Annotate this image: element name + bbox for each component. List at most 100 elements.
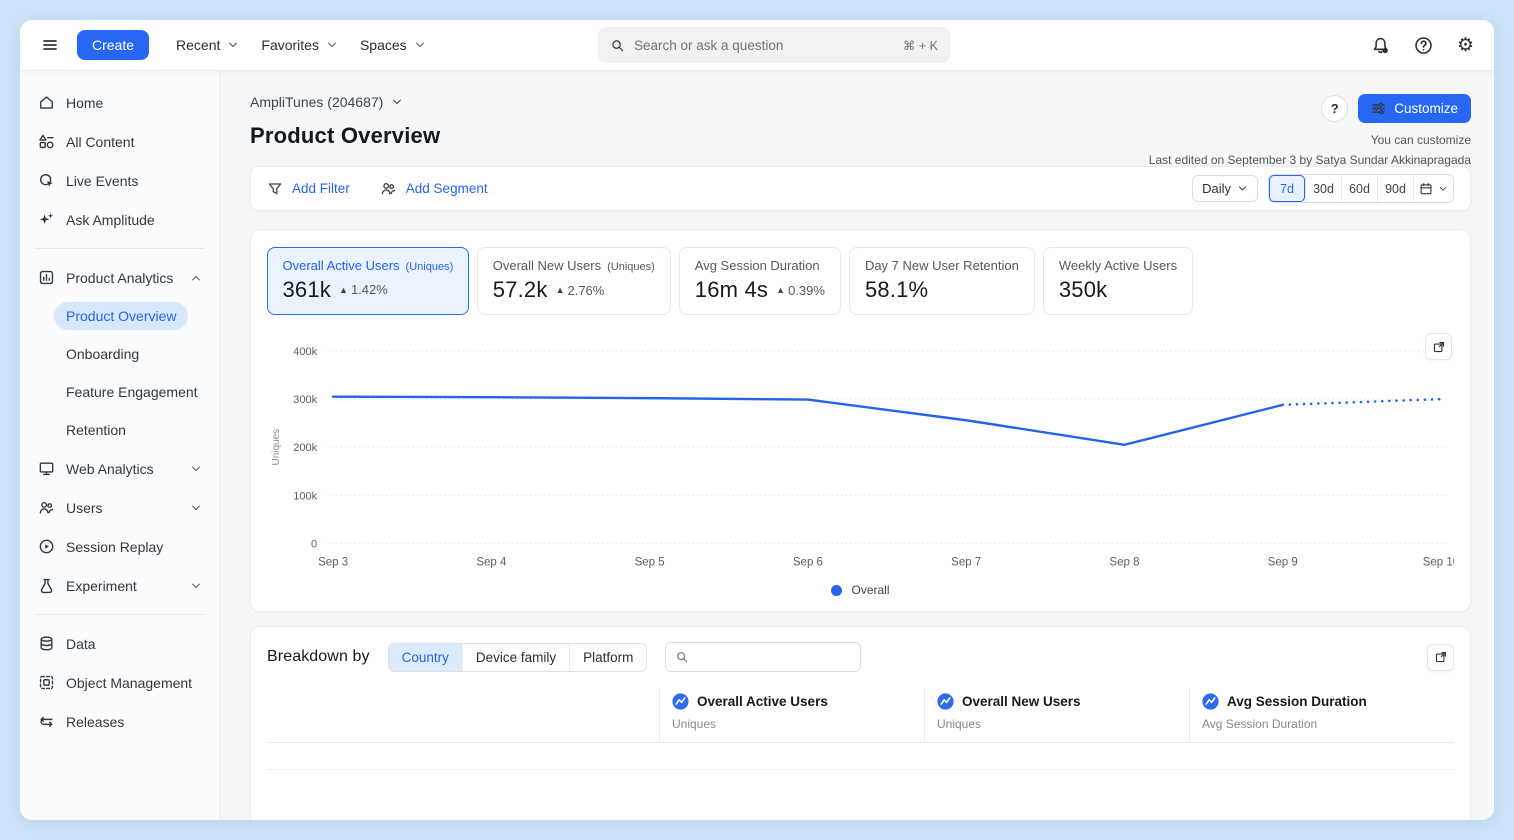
range-90d-button[interactable]: 90d	[1377, 175, 1413, 202]
settings-gear-icon[interactable]: ⚙	[1457, 36, 1474, 55]
sidebar-item-object-management[interactable]: Object Management	[20, 663, 219, 702]
svg-text:Sep 8: Sep 8	[1109, 556, 1139, 568]
svg-text:100k: 100k	[293, 490, 317, 502]
expand-chart-button[interactable]	[1425, 333, 1452, 360]
search-placeholder: Search or ask a question	[634, 38, 894, 53]
create-button[interactable]: Create	[77, 30, 149, 60]
metric-card-weekly-active-users[interactable]: Weekly Active Users 350k	[1043, 247, 1193, 315]
hamburger-menu-icon[interactable]	[40, 35, 60, 55]
range-7d-button[interactable]: 7d	[1269, 175, 1305, 202]
database-icon	[37, 635, 55, 653]
legend-dot-overall	[831, 585, 842, 596]
metric-delta: 2.76%	[567, 283, 604, 298]
search-shortcut-hint: ⌘ + K	[903, 38, 938, 53]
svg-text:Sep 5: Sep 5	[635, 556, 665, 568]
add-filter-label: Add Filter	[292, 181, 350, 196]
svg-text:Sep 6: Sep 6	[793, 556, 823, 568]
add-filter-button[interactable]: Add Filter	[267, 181, 350, 197]
recent-menu[interactable]: Recent	[165, 31, 250, 59]
sidebar-item-label: Data	[66, 636, 96, 652]
chevron-down-icon	[190, 463, 202, 475]
sidebar-item-all-content[interactable]: All Content	[20, 122, 219, 161]
spaces-menu[interactable]: Spaces	[349, 31, 437, 59]
range-30d-button[interactable]: 30d	[1305, 175, 1341, 202]
sidebar-item-data[interactable]: Data	[20, 624, 219, 663]
sidebar-item-label: Web Analytics	[66, 461, 154, 477]
metric-title: Overall New Users	[493, 258, 601, 273]
tab-device-family[interactable]: Device family	[462, 644, 569, 671]
chart-legend: Overall	[267, 583, 1454, 597]
table-row[interactable]	[267, 743, 1454, 770]
svg-text:Uniques: Uniques	[271, 429, 282, 466]
sidebar-item-experiment[interactable]: Experiment	[20, 566, 219, 605]
metric-badge-icon	[1202, 693, 1219, 710]
favorites-menu[interactable]: Favorites	[250, 31, 349, 59]
breakdown-column-active-users[interactable]: Overall Active Users Uniques	[659, 688, 924, 742]
sidebar-item-web-analytics[interactable]: Web Analytics	[20, 449, 219, 488]
chevron-down-icon	[190, 502, 202, 514]
metric-card-overall-new-users[interactable]: Overall New Users (Uniques) 57.2k ▲2.76%	[477, 247, 671, 315]
sidebar-item-label: Product Analytics	[66, 270, 173, 286]
breadcrumb[interactable]: AmpliTunes (204687)	[250, 94, 403, 110]
flask-icon	[37, 577, 55, 595]
granularity-select[interactable]: Daily	[1192, 175, 1258, 202]
object-frame-icon	[37, 674, 55, 692]
add-segment-button[interactable]: Add Segment	[380, 180, 488, 197]
sidebar-item-ask-amplitude[interactable]: Ask Amplitude	[20, 200, 219, 239]
sidebar-item-label: Retention	[66, 422, 126, 438]
sidebar-item-users[interactable]: Users	[20, 488, 219, 527]
breakdown-search-input[interactable]	[665, 642, 861, 672]
svg-text:0: 0	[311, 538, 317, 550]
sidebar-item-onboarding[interactable]: Onboarding	[20, 335, 219, 373]
column-subtitle: Avg Session Duration	[1202, 717, 1454, 731]
project-name: AmpliTunes (204687)	[250, 94, 383, 110]
top-nav: Create Recent Favorites Spaces Search or…	[20, 20, 1494, 70]
svg-text:Sep 3: Sep 3	[318, 556, 348, 568]
breakdown-title: Breakdown by	[267, 648, 370, 666]
breakdown-card: Breakdown by Country Device family Platf…	[250, 626, 1471, 820]
legend-label: Overall	[851, 583, 889, 597]
chevron-down-icon	[1237, 183, 1248, 194]
range-60d-button[interactable]: 60d	[1341, 175, 1377, 202]
sidebar-item-label: Feature Engagement	[66, 384, 198, 400]
help-icon[interactable]	[1414, 36, 1433, 55]
date-range-group: 7d 30d 60d 90d	[1268, 174, 1454, 203]
help-button[interactable]: ?	[1321, 95, 1348, 122]
svg-text:Sep 10: Sep 10	[1423, 556, 1454, 568]
custom-date-button[interactable]	[1413, 175, 1453, 202]
metric-delta: 0.39%	[788, 283, 825, 298]
sidebar-item-label: Session Replay	[66, 539, 163, 555]
recent-menu-label: Recent	[176, 37, 220, 53]
chevron-down-icon	[1438, 184, 1448, 194]
sidebar-divider	[34, 614, 205, 615]
tab-country[interactable]: Country	[389, 644, 462, 671]
metric-card-avg-session-duration[interactable]: Avg Session Duration 16m 4s ▲0.39%	[679, 247, 841, 315]
sidebar-item-product-analytics[interactable]: Product Analytics	[20, 258, 219, 297]
metric-suffix: (Uniques)	[607, 261, 655, 273]
expand-breakdown-button[interactable]	[1427, 644, 1454, 671]
breakdown-table: Overall Active Users Uniques Overall New…	[267, 688, 1454, 770]
global-search-input[interactable]: Search or ask a question ⌘ + K	[598, 27, 950, 63]
notifications-bell-icon[interactable]	[1371, 36, 1390, 55]
breakdown-column-session-duration[interactable]: Avg Session Duration Avg Session Duratio…	[1189, 688, 1454, 742]
sidebar-item-retention[interactable]: Retention	[20, 411, 219, 449]
last-edited-text: Last edited on September 3 by Satya Sund…	[1149, 153, 1471, 167]
sidebar-item-live-events[interactable]: Live Events	[20, 161, 219, 200]
sidebar-item-feature-engagement[interactable]: Feature Engagement	[20, 373, 219, 411]
sparkles-icon	[37, 211, 55, 229]
sidebar-item-home[interactable]: Home	[20, 83, 219, 122]
tab-platform[interactable]: Platform	[569, 644, 646, 671]
monitor-icon	[37, 460, 55, 478]
sidebar-item-releases[interactable]: Releases	[20, 702, 219, 741]
column-title: Overall Active Users	[697, 694, 828, 709]
spaces-menu-label: Spaces	[360, 37, 407, 53]
metric-card-day7-retention[interactable]: Day 7 New User Retention 58.1%	[849, 247, 1035, 315]
customize-button[interactable]: Customize	[1358, 94, 1471, 123]
calendar-icon	[1419, 182, 1433, 196]
chevron-down-icon	[391, 96, 403, 108]
metric-card-overall-active-users[interactable]: Overall Active Users (Uniques) 361k ▲1.4…	[267, 247, 469, 315]
sidebar-item-session-replay[interactable]: Session Replay	[20, 527, 219, 566]
sidebar-item-label: All Content	[66, 134, 134, 150]
breakdown-column-new-users[interactable]: Overall New Users Uniques	[924, 688, 1189, 742]
sidebar-item-product-overview[interactable]: Product Overview	[20, 297, 219, 335]
